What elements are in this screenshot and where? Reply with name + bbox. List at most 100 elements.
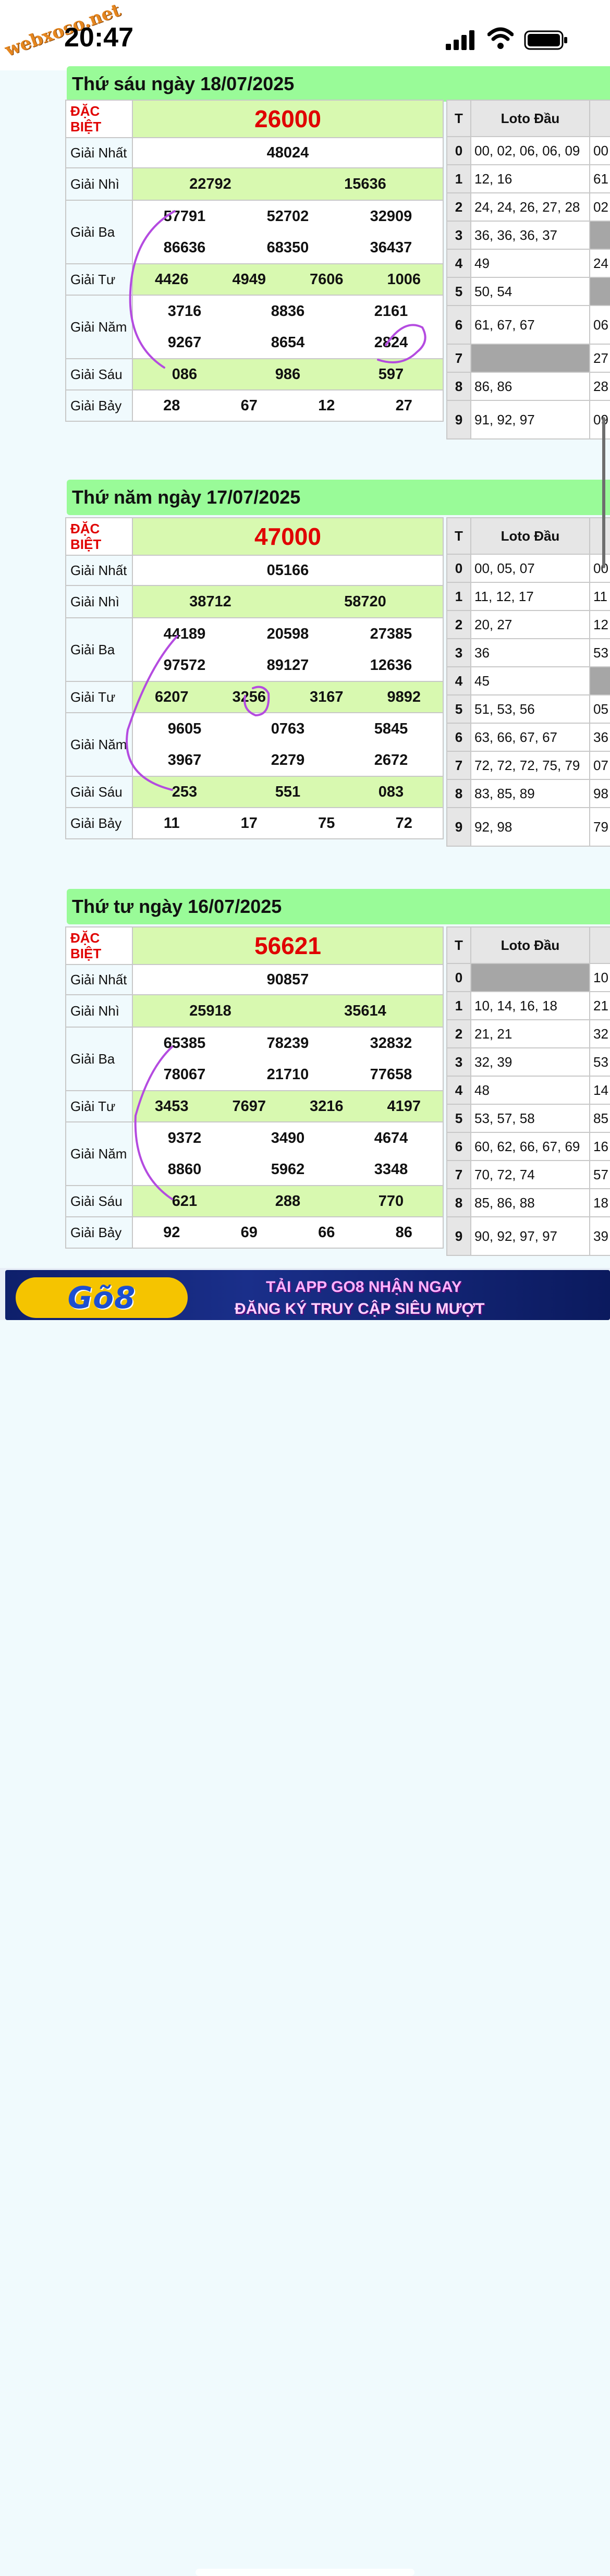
seventh-prize-label: Giải Bảy	[65, 1216, 133, 1249]
wifi-icon	[487, 27, 514, 49]
fourth-number: 4426	[154, 271, 189, 288]
special-prize-label: ĐẶC BIỆT	[65, 926, 133, 965]
fourth-prize-row: Giải Tư 4426 4949 7606 1006	[65, 263, 444, 296]
fifth-prize-label: Giải Năm	[65, 1121, 133, 1186]
seventh-number: 86	[395, 1224, 412, 1241]
sixth-number: 288	[275, 1192, 301, 1210]
second-number: 38712	[189, 593, 231, 610]
loto-t-header: T	[446, 100, 471, 137]
loto-duoi-cell: 85	[589, 1104, 610, 1133]
loto-row: 6 60, 62, 66, 67, 69 16	[446, 1132, 610, 1161]
battery-icon	[524, 30, 567, 50]
fifth-number: 3348	[374, 1161, 408, 1178]
loto-dau-header: Loto Đầu	[470, 100, 590, 137]
fifth-number: 4674	[374, 1129, 408, 1146]
fourth-number: 3256	[232, 688, 266, 705]
seventh-number: 92	[163, 1224, 180, 1241]
loto-t: 4	[446, 666, 471, 695]
third-number: 89127	[266, 656, 309, 674]
fifth-number: 9372	[167, 1129, 202, 1146]
loto-table: T Loto Đầu 0 00, 05, 07 00 1 11, 12, 17 …	[446, 517, 610, 847]
loto-row: 0 00, 02, 06, 06, 09 00	[446, 136, 610, 165]
go8-logo: Gõ8	[16, 1277, 188, 1318]
loto-dau-cell: 48	[470, 1076, 590, 1105]
loto-row: 4 49 24	[446, 249, 610, 278]
third-number: 86636	[163, 239, 206, 256]
loto-t: 2	[446, 1019, 471, 1048]
fifth-prize-label: Giải Năm	[65, 295, 133, 359]
special-prize-cell: 26000	[132, 100, 444, 138]
loto-table: T Loto Đầu 0 10 1 10, 14, 16, 18 21 2 21…	[446, 926, 610, 1256]
loto-dau-cell: 24, 24, 26, 27, 28	[470, 192, 590, 222]
sixth-prize-row: Giải Sáu 621 288 770	[65, 1185, 444, 1217]
loto-row: 4 48 14	[446, 1076, 610, 1105]
loto-dau-cell: 49	[470, 249, 590, 278]
loto-dau-cell: 00, 02, 06, 06, 09	[470, 136, 590, 165]
loto-t: 6	[446, 305, 471, 345]
loto-dau-cell: 00, 05, 07	[470, 554, 590, 583]
first-prize-row: Giải Nhất 48024	[65, 137, 444, 168]
loto-row: 9 92, 98 79	[446, 807, 610, 847]
fourth-number: 7606	[309, 271, 344, 288]
loto-duoi-cell	[589, 221, 610, 250]
day-title[interactable]: Thứ sáu ngày 18/07/2025	[67, 66, 610, 102]
sixth-number: 597	[378, 365, 404, 383]
loto-duoi-cell: 18	[589, 1188, 610, 1217]
sixth-prize-row: Giải Sáu 253 551 083	[65, 776, 444, 808]
fifth-number: 2161	[374, 302, 408, 320]
ad-banner[interactable]: Gõ8 TẢI APP GO8 NHẬN NGAY ĐĂNG KÝ TRUY C…	[0, 1268, 610, 2576]
loto-t-header: T	[446, 517, 471, 555]
loto-duoi-cell	[589, 277, 610, 306]
sixth-number: 986	[275, 365, 301, 383]
fourth-number: 7697	[232, 1097, 266, 1115]
third-number: 27385	[370, 625, 412, 642]
loto-duoi-cell: 57	[589, 1160, 610, 1189]
home-indicator[interactable]	[196, 2569, 414, 2576]
special-prize-row: ĐẶC BIỆT 56621	[65, 926, 444, 965]
second-prize-label: Giải Nhì	[65, 167, 133, 201]
seventh-prize-row: Giải Bảy 28 67 12 27	[65, 389, 444, 422]
loto-t: 5	[446, 694, 471, 724]
status-bar: webxoso.net 20:47	[0, 0, 610, 70]
seventh-prize-row: Giải Bảy 92 69 66 86	[65, 1216, 444, 1249]
loto-duoi-cell: 98	[589, 779, 610, 808]
fifth-number: 0763	[271, 720, 305, 737]
second-number: 35614	[344, 1002, 386, 1019]
first-prize-row: Giải Nhất 90857	[65, 964, 444, 995]
first-prize-label: Giải Nhất	[65, 137, 133, 168]
second-number: 58720	[344, 593, 386, 610]
loto-dau-cell: 11, 12, 17	[470, 582, 590, 611]
loto-row: 8 85, 86, 88 18	[446, 1188, 610, 1217]
first-prize-label: Giải Nhất	[65, 555, 133, 586]
day-title[interactable]: Thứ năm ngày 17/07/2025	[67, 480, 610, 515]
loto-duoi-cell	[589, 666, 610, 695]
loto-row: 9 90, 92, 97, 97 39	[446, 1216, 610, 1256]
fourth-prize-label: Giải Tư	[65, 263, 133, 296]
second-number: 15636	[344, 175, 386, 192]
sixth-number: 551	[275, 783, 301, 800]
fifth-number: 2279	[271, 751, 305, 768]
status-time: 20:47	[64, 22, 133, 53]
loto-row: 3 36 53	[446, 638, 610, 667]
loto-duoi-header	[589, 100, 610, 137]
loto-dau-header: Loto Đầu	[470, 517, 590, 555]
seventh-number: 69	[240, 1224, 258, 1241]
loto-t: 3	[446, 221, 471, 250]
loto-duoi-cell: 12	[589, 610, 610, 639]
loto-dau-cell: 86, 86	[470, 372, 590, 401]
second-prize-row: Giải Nhì 38712 58720	[65, 585, 444, 618]
ad-banner-body[interactable]: Gõ8 TẢI APP GO8 NHẬN NGAY ĐĂNG KÝ TRUY C…	[5, 1270, 610, 1320]
loto-duoi-cell: 79	[589, 807, 610, 847]
day-title[interactable]: Thứ tư ngày 16/07/2025	[67, 889, 610, 924]
prize-table: ĐẶC BIỆT 47000 Giải Nhất 05166 Giải Nhì …	[65, 517, 444, 839]
special-prize-row: ĐẶC BIỆT 26000	[65, 100, 444, 138]
scrollbar-thumb[interactable]	[602, 417, 605, 568]
fourth-number: 4949	[232, 271, 266, 288]
loto-t: 9	[446, 1216, 471, 1256]
sixth-number: 770	[378, 1192, 404, 1210]
loto-dau-cell: 90, 92, 97, 97	[470, 1216, 590, 1256]
loto-duoi-cell: 00	[589, 554, 610, 583]
fourth-number: 3453	[154, 1097, 189, 1115]
second-number: 25918	[189, 1002, 231, 1019]
loto-duoi-cell: 53	[589, 1047, 610, 1077]
